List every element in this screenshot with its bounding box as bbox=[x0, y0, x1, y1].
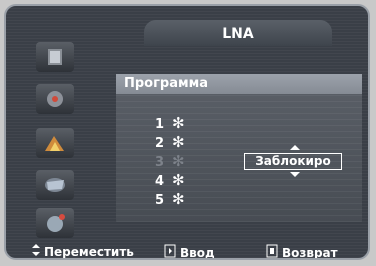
arrow-up-icon[interactable] bbox=[290, 145, 300, 150]
program-item-1[interactable]: 1 ✻ bbox=[152, 114, 185, 132]
lock-mark-icon: ✻ bbox=[172, 133, 185, 151]
menu-title: LNA bbox=[144, 20, 332, 46]
lock-mark-icon: ✻ bbox=[172, 190, 185, 208]
osd-window: LNA Программа 1 ✻ 2 ✻ 3 ✻ 4 ✻ 5 ✻ Заблок… bbox=[4, 4, 370, 260]
footer-hints: Переместить Ввод Возврат bbox=[12, 240, 368, 258]
hint-back: Возврат bbox=[266, 244, 338, 258]
lock-mark-icon: ✻ bbox=[172, 114, 185, 132]
sound-icon[interactable] bbox=[36, 84, 74, 114]
updown-icon bbox=[32, 244, 40, 258]
program-item-3[interactable]: 3 ✻ bbox=[152, 152, 185, 170]
osd-screen: { "header": { "title": "LNA" }, "sidebar… bbox=[0, 0, 376, 266]
panel-title: Программа bbox=[116, 74, 362, 94]
program-panel: Программа 1 ✻ 2 ✻ 3 ✻ 4 ✻ 5 ✻ Заблокиро bbox=[116, 74, 362, 222]
program-item-5[interactable]: 5 ✻ bbox=[152, 190, 185, 208]
lock-mark-icon: ✻ bbox=[172, 152, 185, 170]
picture-icon[interactable] bbox=[36, 42, 74, 72]
setup-icon[interactable] bbox=[36, 170, 74, 200]
enter-icon bbox=[164, 244, 176, 258]
hint-move: Переместить bbox=[32, 244, 134, 258]
lock-status-selector[interactable]: Заблокиро bbox=[244, 153, 342, 170]
channel-icon[interactable] bbox=[36, 128, 74, 158]
hint-enter: Ввод bbox=[164, 244, 215, 258]
input-icon[interactable] bbox=[36, 208, 74, 238]
program-item-2[interactable]: 2 ✻ bbox=[152, 133, 185, 151]
program-item-4[interactable]: 4 ✻ bbox=[152, 171, 185, 189]
arrow-down-icon[interactable] bbox=[290, 172, 300, 177]
sidebar-menu bbox=[28, 38, 108, 238]
lock-mark-icon: ✻ bbox=[172, 171, 185, 189]
return-icon bbox=[266, 244, 278, 258]
